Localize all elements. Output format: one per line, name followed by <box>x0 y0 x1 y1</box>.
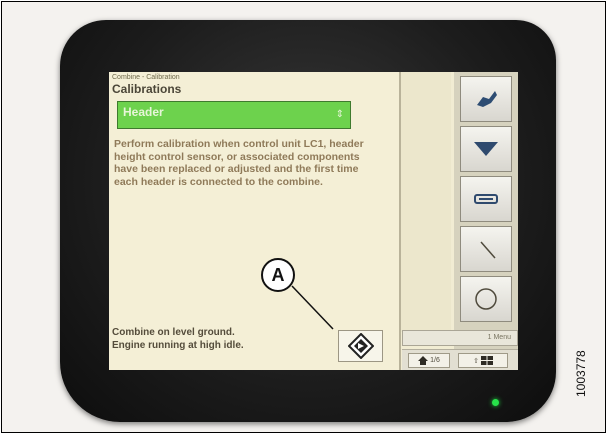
start-calibration-button[interactable] <box>338 330 383 362</box>
softkey-header[interactable] <box>460 176 512 222</box>
dropdown-arrow-icon: ⇕ <box>335 109 344 120</box>
callout-label: A <box>261 258 295 292</box>
gauge-needle-icon <box>480 241 496 259</box>
side-panel <box>401 72 451 332</box>
status-line-2: Engine running at high idle. <box>112 340 244 351</box>
figure-id: 1003778 <box>574 350 588 397</box>
softkey-circle[interactable] <box>460 276 512 322</box>
diamond-go-icon <box>347 333 374 359</box>
grid-icon <box>480 356 493 365</box>
status-line-1: Combine on level ground. <box>112 327 235 338</box>
menu-field: 1 Menu <box>402 330 518 346</box>
circle-icon <box>475 288 497 310</box>
softkey-down[interactable] <box>460 126 512 172</box>
hand-icon <box>477 91 497 107</box>
softkey-gauge[interactable] <box>460 226 512 272</box>
calibration-description: Perform calibration when control unit LC… <box>114 138 364 188</box>
header-icon <box>474 194 498 204</box>
status-message: Combine on level ground. Engine running … <box>112 326 244 352</box>
page-title: Calibrations <box>112 82 182 96</box>
home-page-label: 1/6 <box>430 357 440 364</box>
home-button[interactable]: 1/6 <box>408 353 450 368</box>
softkey-hand[interactable] <box>460 76 512 122</box>
nav-arrow-button[interactable]: ⇧ <box>458 353 508 368</box>
breadcrumb: Combine - Calibration <box>112 74 180 81</box>
triangle-down-icon <box>474 142 498 156</box>
bottom-nav-bar: 1/6 ⇧ <box>402 349 518 370</box>
calibration-dropdown[interactable]: Header ⇕ <box>117 101 351 129</box>
home-icon <box>418 356 429 365</box>
calibration-pane: Combine - Calibration Calibrations Heade… <box>109 72 401 370</box>
softkey-bar <box>454 72 518 370</box>
up-arrow-icon: ⇧ <box>473 357 479 365</box>
dropdown-value: Header <box>123 105 164 119</box>
figure-frame: Combine - Calibration Calibrations Heade… <box>1 1 606 433</box>
display-screen: Combine - Calibration Calibrations Heade… <box>109 72 518 370</box>
power-led <box>492 399 499 406</box>
